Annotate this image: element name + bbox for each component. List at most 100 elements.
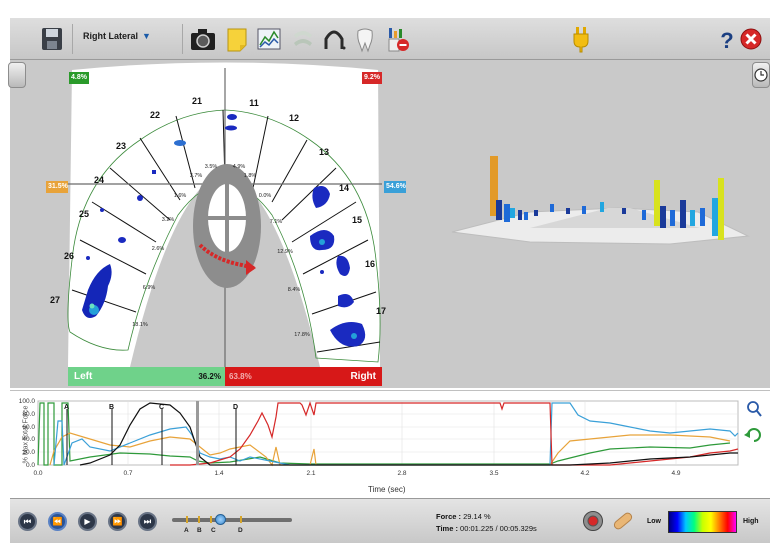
force-label: Force : — [436, 512, 462, 521]
bandage-icon[interactable] — [611, 509, 635, 533]
y-tick-label: 40.0 — [22, 436, 35, 443]
x-tick-label: 4.9 — [671, 470, 680, 477]
x-tick-label: 2.1 — [306, 470, 315, 477]
force-time-plot: 100.0 80.0 60.0 40.0 20.0 0.0 0.0 0.7 1.… — [19, 398, 762, 477]
right-percent: 63.8% — [229, 372, 252, 381]
scrubber-thumb[interactable] — [215, 514, 226, 525]
toolbar: Right Lateral ▼ ? — [10, 18, 770, 60]
time-value: 00:01.225 / 00:05.329s — [460, 524, 537, 533]
marker-label: B — [109, 404, 114, 411]
tooth-number: 17 — [375, 306, 387, 316]
scrub-marker — [240, 516, 242, 523]
tooth-force-percent: 1.8% — [243, 173, 257, 179]
arch-view-toggle-button[interactable] — [8, 62, 26, 88]
scale-high-label: High — [743, 518, 759, 525]
x-tick-label: 2.8 — [397, 470, 406, 477]
arch-and-3d-view — [67, 62, 750, 367]
left-percent: 36.2% — [198, 372, 221, 381]
timeline-scrubber[interactable] — [172, 518, 292, 522]
skip-start-button[interactable]: ⏮ — [18, 512, 37, 531]
badge-left-anterior: 4.8% — [69, 72, 89, 84]
tooth-number: 25 — [78, 209, 90, 219]
tooth-number: 16 — [364, 259, 376, 269]
tooth-force-percent: 8.4% — [287, 287, 301, 293]
tscan-app-window: Right Lateral ▼ ? 4.8% 9.2% 31.5% 54.6% … — [0, 0, 780, 551]
x-axis-title: Time (sec) — [368, 485, 406, 494]
scrub-marker — [198, 516, 200, 523]
refresh-icon[interactable] — [744, 428, 761, 442]
scrub-marker-label: D — [238, 527, 243, 534]
tooth-force-percent: 4.9% — [232, 164, 246, 170]
y-tick-label: 0.0 — [26, 462, 35, 469]
graph-icon[interactable] — [256, 23, 282, 55]
tooth-force-percent: 3.5% — [204, 164, 218, 170]
tooth-number: 27 — [49, 295, 61, 305]
force-value: 29.14 % — [463, 512, 491, 521]
tooth-number: 23 — [115, 141, 127, 151]
help-icon[interactable]: ? — [718, 23, 736, 55]
3d-force-view — [451, 156, 750, 245]
scale-low-label: Low — [647, 518, 661, 525]
tooth-force-percent: 6.9% — [142, 285, 156, 291]
clock-button[interactable] — [752, 62, 770, 88]
marker-label: C — [159, 404, 164, 411]
y-tick-label: 100.0 — [19, 398, 36, 405]
color-scale-legend[interactable] — [668, 511, 737, 533]
x-tick-label: 4.2 — [580, 470, 589, 477]
marker-label: D — [233, 404, 238, 411]
right-force-bar: 63.8% Right — [225, 367, 382, 386]
sensitivity-dial-icon[interactable] — [582, 510, 604, 532]
tooth-force-percent: 18.1% — [132, 322, 148, 328]
view-select-label: Right Lateral — [83, 31, 139, 41]
playback-bar: ⏮ ⏪ ▶ ⏩ ⏭ A B C D Force : 29.14 % Time :… — [10, 498, 770, 543]
step-forward-button[interactable]: ⏩ — [108, 512, 127, 531]
tooth-number: 22 — [149, 110, 161, 120]
close-icon[interactable] — [739, 23, 763, 55]
tooth-number: 12 — [288, 113, 300, 123]
force-icon[interactable] — [290, 23, 316, 55]
tooth-force-percent: 7.1% — [269, 219, 283, 225]
arch-icon[interactable] — [322, 23, 346, 55]
marker-label: A — [64, 404, 69, 411]
badge-right-posterior: 54.6% — [384, 181, 406, 193]
time-label: Time : — [436, 524, 458, 533]
scrub-marker — [210, 516, 212, 523]
tooth-number: 24 — [93, 175, 105, 185]
tooth-force-percent: 12.9% — [277, 249, 293, 255]
report-icon[interactable] — [386, 23, 410, 55]
force-time-readout: Force : 29.14 % Time : 00:01.225 / 00:05… — [436, 511, 537, 535]
y-tick-label: 20.0 — [22, 449, 35, 456]
step-back-button[interactable]: ⏪ — [48, 512, 67, 531]
x-tick-label: 0.0 — [33, 470, 42, 477]
tooth-force-percent: 3.2% — [161, 217, 175, 223]
tooth-number: 11 — [249, 98, 259, 108]
badge-right-anterior: 9.2% — [362, 72, 382, 84]
scrub-marker-label: A — [184, 527, 189, 534]
force-time-graph[interactable]: % Max Total Force 100.0 80.0 60.0 40.0 2… — [10, 390, 770, 498]
tooth-number: 26 — [63, 251, 75, 261]
y-tick-label: 80.0 — [22, 411, 35, 418]
y-tick-label: 60.0 — [22, 424, 35, 431]
tooth-icon[interactable] — [354, 23, 376, 55]
plug-icon[interactable] — [570, 23, 592, 55]
note-icon[interactable] — [226, 23, 248, 55]
tooth-number: 13 — [318, 147, 330, 157]
tooth-force-percent: 3.7% — [189, 173, 203, 179]
left-force-bar: Left 36.2% — [68, 367, 225, 386]
zoom-icon[interactable] — [747, 401, 762, 417]
skip-end-button[interactable]: ⏭ — [138, 512, 157, 531]
view-select[interactable]: Right Lateral ▼ — [83, 31, 151, 41]
tooth-number: 14 — [338, 183, 350, 193]
badge-left-posterior: 31.5% — [46, 181, 68, 193]
x-tick-label: 3.5 — [489, 470, 498, 477]
play-button[interactable]: ▶ — [78, 512, 97, 531]
playhead[interactable] — [196, 401, 199, 465]
right-label: Right — [350, 371, 376, 382]
camera-icon[interactable] — [190, 23, 216, 55]
x-tick-label: 1.4 — [214, 470, 223, 477]
save-icon[interactable] — [40, 23, 64, 55]
chevron-down-icon: ▼ — [142, 31, 151, 41]
x-tick-label: 0.7 — [123, 470, 132, 477]
tooth-force-percent: 0.0% — [258, 193, 272, 199]
force-view-panel: 4.8% 9.2% 31.5% 54.6% 21 22 23 24 25 26 … — [8, 60, 770, 388]
